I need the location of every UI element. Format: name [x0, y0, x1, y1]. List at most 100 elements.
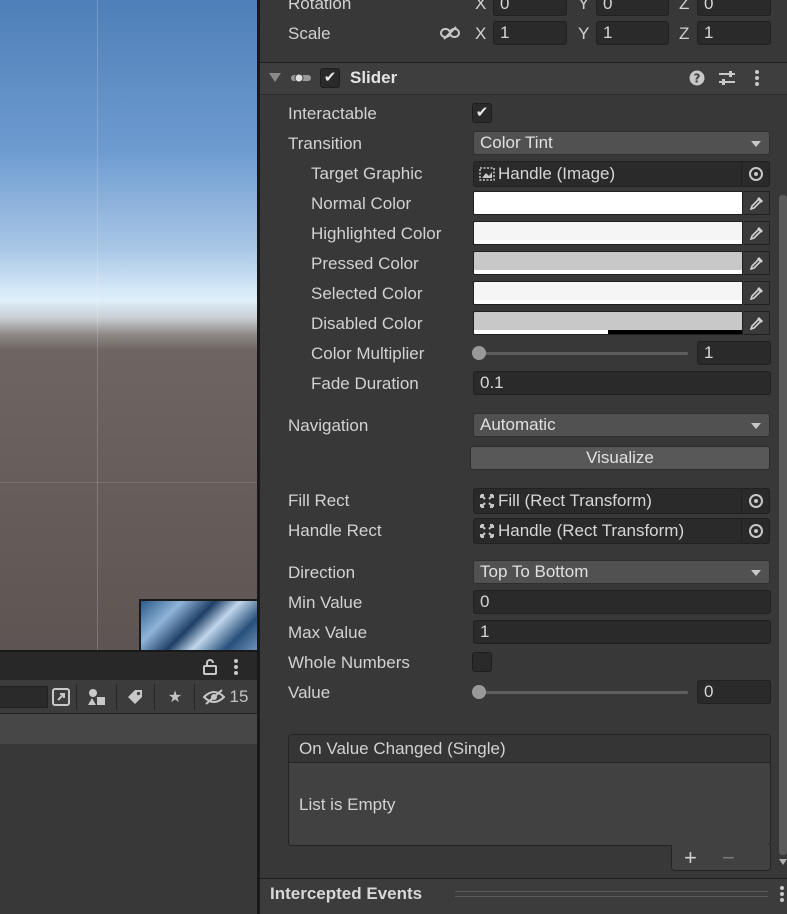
- eyedropper-icon[interactable]: [744, 191, 770, 215]
- alpha-bar: [474, 210, 742, 214]
- rect-transform-icon: [478, 492, 496, 510]
- help-icon[interactable]: ?: [688, 69, 706, 87]
- direction-dropdown[interactable]: Top To Bottom: [473, 560, 770, 584]
- add-listener-button[interactable]: +: [684, 845, 697, 871]
- pressed-color-swatch[interactable]: [473, 251, 743, 275]
- rotation-x-label[interactable]: X: [475, 0, 486, 14]
- color-multiplier-slider-handle[interactable]: [472, 346, 486, 360]
- drag-handle-lines[interactable]: [455, 891, 768, 897]
- component-more-icon[interactable]: [750, 69, 764, 87]
- object-picker-icon[interactable]: [741, 489, 769, 513]
- on-value-changed-title: On Value Changed (Single): [289, 735, 770, 763]
- value-slider-handle[interactable]: [472, 685, 486, 699]
- fade-duration-field[interactable]: 0.1: [473, 371, 771, 395]
- scale-z-field[interactable]: 1: [697, 21, 771, 45]
- eyedropper-icon[interactable]: [744, 281, 770, 305]
- rotation-x-field[interactable]: 0: [493, 0, 567, 16]
- rotation-z-field[interactable]: 0: [697, 0, 771, 16]
- navigation-value: Automatic: [480, 415, 556, 434]
- selected-color-swatch[interactable]: [473, 281, 743, 305]
- rect-transform-icon: [478, 522, 496, 540]
- presets-icon[interactable]: [717, 69, 737, 87]
- visualize-button[interactable]: Visualize: [470, 446, 770, 470]
- transition-dropdown[interactable]: Color Tint: [473, 131, 770, 155]
- scale-x-label[interactable]: X: [475, 24, 486, 44]
- scale-y-field[interactable]: 1: [596, 21, 669, 45]
- target-graphic-field[interactable]: Handle (Image): [473, 161, 770, 187]
- scale-x-field[interactable]: 1: [493, 21, 567, 45]
- selected-color-label: Selected Color: [311, 284, 423, 303]
- color-multiplier-slider-track[interactable]: [479, 352, 688, 355]
- value-label: Value: [288, 683, 331, 702]
- scroll-down-arrow-icon[interactable]: [779, 857, 787, 867]
- object-picker-icon[interactable]: [741, 162, 769, 186]
- disabled-color-swatch[interactable]: [473, 311, 743, 335]
- foldout-arrow-icon[interactable]: [268, 70, 282, 86]
- inspector-scrollbar[interactable]: [779, 195, 787, 855]
- scale-z-label[interactable]: Z: [679, 24, 689, 44]
- slider-component-icon: [290, 70, 312, 86]
- value-field[interactable]: 0: [697, 680, 771, 704]
- rotation-y-field[interactable]: 0: [596, 0, 669, 16]
- scene-grid-line-vertical: [97, 0, 98, 650]
- intercepted-events-more-icon[interactable]: [778, 885, 786, 903]
- target-graphic-label: Target Graphic: [311, 164, 423, 183]
- more-options-icon[interactable]: [228, 656, 244, 678]
- normal-color-swatch[interactable]: [473, 191, 743, 215]
- scale-y-label[interactable]: Y: [578, 24, 589, 44]
- hierarchy-search-input[interactable]: [0, 686, 48, 708]
- target-graphic-value: Handle (Image): [498, 164, 616, 183]
- remove-listener-button[interactable]: −: [722, 845, 735, 871]
- highlighted-color-swatch[interactable]: [473, 221, 743, 245]
- eyedropper-icon[interactable]: [744, 221, 770, 245]
- object-picker-icon[interactable]: [741, 519, 769, 543]
- alpha-bar: [474, 330, 608, 334]
- hierarchy-header-strip: [0, 714, 258, 744]
- intercepted-events-title: Intercepted Events: [270, 884, 423, 903]
- navigation-label: Navigation: [288, 416, 369, 435]
- rotation-z-label[interactable]: Z: [679, 0, 689, 14]
- chevron-down-icon: [751, 570, 761, 576]
- interactable-label: Interactable: [288, 104, 377, 123]
- alpha-bar: [474, 300, 742, 304]
- hidden-visibility-icon[interactable]: [202, 684, 226, 710]
- open-in-window-icon[interactable]: [50, 684, 72, 710]
- navigation-dropdown[interactable]: Automatic: [473, 413, 770, 437]
- tag-filter-icon[interactable]: [122, 684, 148, 710]
- value-slider-track[interactable]: [479, 691, 688, 694]
- fill-rect-value: Fill (Rect Transform): [498, 491, 652, 510]
- hierarchy-toolbar: ★ 15: [0, 680, 258, 714]
- hierarchy-list[interactable]: [0, 744, 258, 914]
- eyedropper-icon[interactable]: [744, 311, 770, 335]
- interactable-checkbox[interactable]: ✔: [472, 103, 492, 123]
- max-value-field[interactable]: 1: [473, 620, 771, 644]
- min-value-field[interactable]: 0: [473, 590, 771, 614]
- favorites-star-icon[interactable]: ★: [162, 684, 188, 710]
- max-value-label: Max Value: [288, 623, 368, 642]
- eyedropper-icon[interactable]: [744, 251, 770, 275]
- fill-rect-field[interactable]: Fill (Rect Transform): [473, 488, 770, 514]
- transition-label: Transition: [288, 134, 363, 153]
- slider-component-title: Slider: [350, 68, 398, 87]
- hierarchy-tab-bar: [0, 650, 258, 680]
- image-icon: [478, 165, 496, 183]
- scale-label: Scale: [288, 24, 331, 43]
- rotation-y-label[interactable]: Y: [578, 0, 589, 14]
- handle-rect-field[interactable]: Handle (Rect Transform): [473, 518, 770, 544]
- scene-image-thumbnail: [139, 599, 258, 650]
- lock-icon[interactable]: [200, 656, 220, 678]
- visibility-count: 15: [229, 687, 249, 706]
- constrain-proportions-link-icon[interactable]: [438, 23, 462, 43]
- shapes-filter-icon[interactable]: [84, 684, 110, 710]
- handle-rect-value: Handle (Rect Transform): [498, 521, 685, 540]
- rotation-label: Rotation: [288, 0, 352, 13]
- slider-enabled-checkbox[interactable]: ✔: [320, 68, 340, 88]
- scene-view[interactable]: [0, 0, 258, 650]
- toolbar-separator: [116, 684, 117, 710]
- chevron-down-icon: [751, 423, 761, 429]
- min-value-label: Min Value: [288, 593, 363, 612]
- color-multiplier-label: Color Multiplier: [311, 344, 425, 363]
- color-multiplier-field[interactable]: 1: [697, 341, 771, 365]
- whole-numbers-checkbox[interactable]: [472, 652, 492, 672]
- toolbar-separator: [76, 684, 77, 710]
